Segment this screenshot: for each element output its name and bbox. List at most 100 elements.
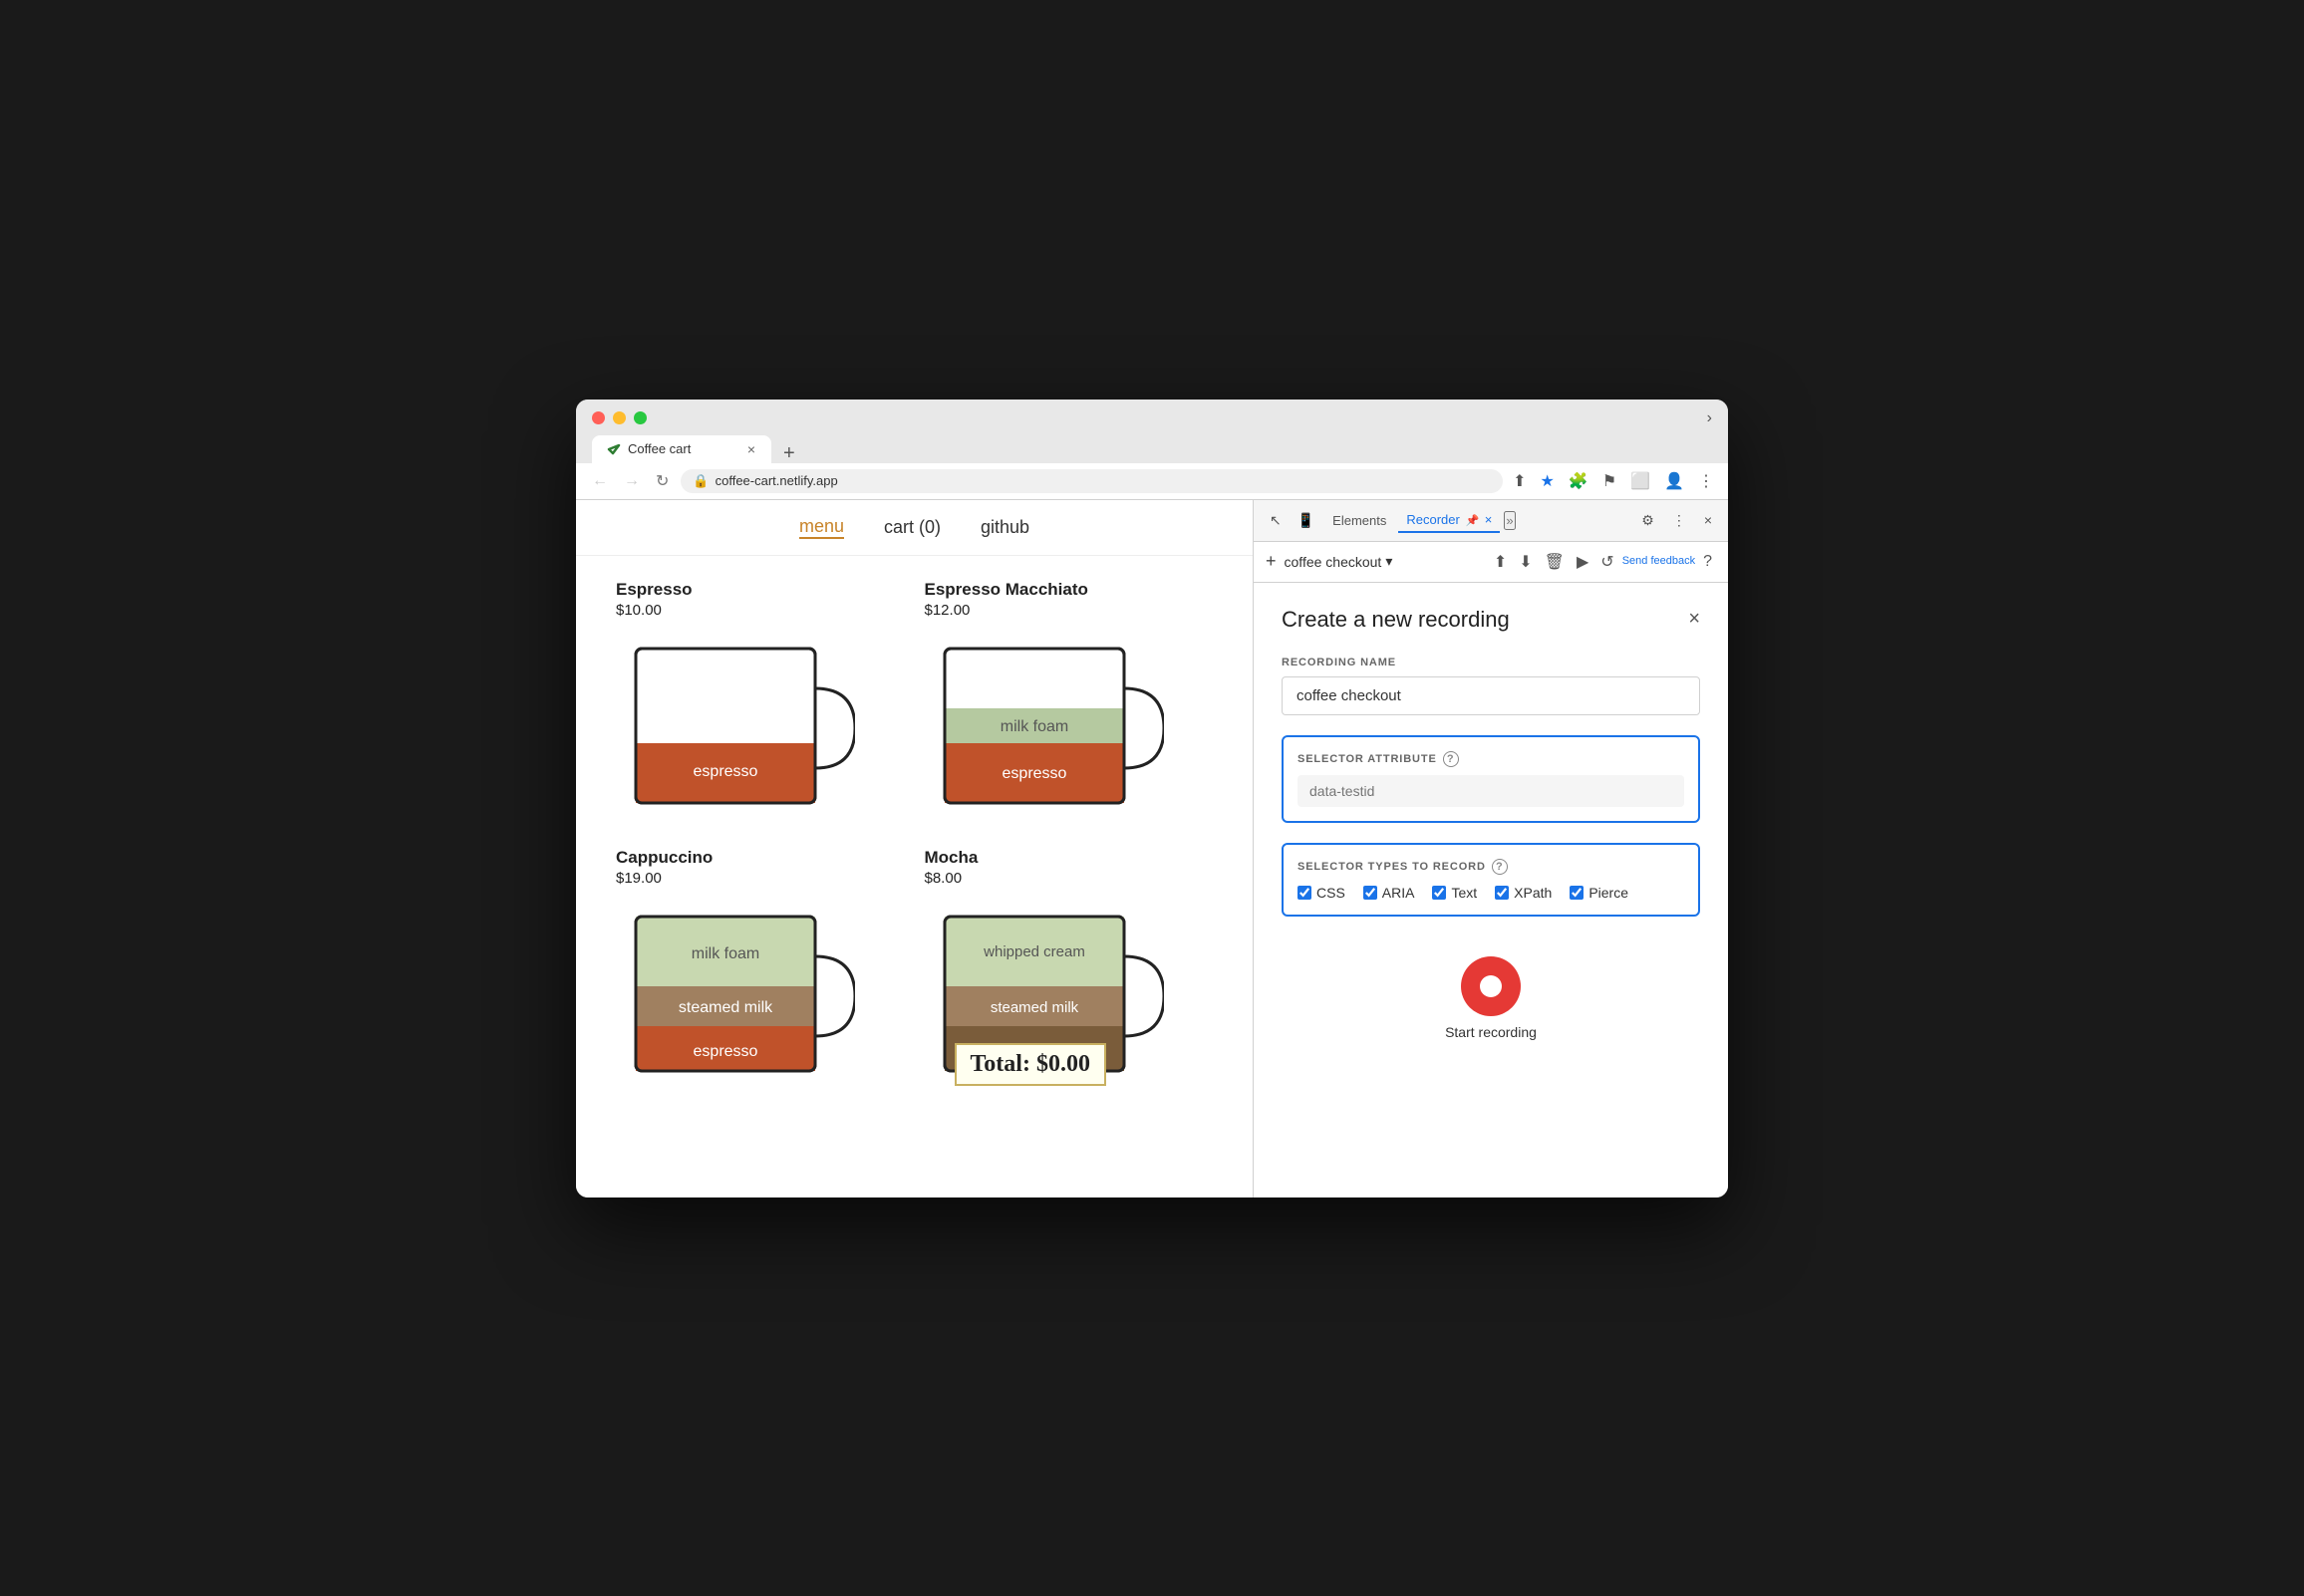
replay-button[interactable]: ↺ bbox=[1596, 550, 1617, 574]
selector-attribute-help-icon[interactable]: ? bbox=[1443, 751, 1459, 767]
selector-types-box: SELECTOR TYPES TO RECORD ? CSS ARIA Text bbox=[1282, 843, 1700, 917]
new-tab-button[interactable]: + bbox=[775, 443, 803, 463]
devtools-header: ↖ 📱 Elements Recorder 📌 × » ⚙ ⋮ × bbox=[1254, 500, 1728, 542]
address-bar: ← → ↻ 🔒 coffee-cart.netlify.app ⬆ ★ 🧩 ⚑ … bbox=[576, 463, 1728, 500]
title-bar: › Coffee cart × + bbox=[576, 399, 1728, 463]
forward-button[interactable]: → bbox=[620, 470, 644, 492]
product-name: Cappuccino bbox=[616, 848, 905, 868]
add-recording-button[interactable]: + bbox=[1266, 551, 1277, 572]
tab-close-button[interactable]: × bbox=[745, 441, 757, 457]
recorder-action-buttons: ⬆ ⬇ 🗑 ▶ ↺ Send feedback ? bbox=[1490, 550, 1716, 574]
recording-name-selector[interactable]: coffee checkout ▾ bbox=[1285, 553, 1393, 570]
css-checkbox[interactable] bbox=[1297, 886, 1311, 900]
products-grid: Espresso $10.00 espresso bbox=[576, 556, 1253, 1120]
help-button[interactable]: ? bbox=[1699, 551, 1716, 573]
recording-name-label: RECORDING NAME bbox=[1282, 657, 1700, 668]
chevron-right-icon[interactable]: › bbox=[1707, 409, 1712, 427]
svg-text:steamed milk: steamed milk bbox=[990, 999, 1078, 1016]
svg-text:steamed milk: steamed milk bbox=[679, 999, 773, 1016]
tab-title: Coffee cart bbox=[628, 441, 691, 456]
close-window-button[interactable] bbox=[592, 411, 605, 424]
menu-nav-link[interactable]: menu bbox=[799, 516, 844, 539]
site-nav: menu cart (0) github bbox=[576, 500, 1253, 556]
devtools-panel: ↖ 📱 Elements Recorder 📌 × » ⚙ ⋮ × + bbox=[1254, 500, 1728, 1197]
coffee-cup-espresso[interactable]: espresso bbox=[616, 629, 855, 828]
address-input[interactable]: 🔒 coffee-cart.netlify.app bbox=[681, 469, 1503, 493]
back-button[interactable]: ← bbox=[588, 470, 612, 492]
svg-text:espresso: espresso bbox=[1002, 765, 1066, 782]
product-card-cappuccino: Cappuccino $19.00 espresso steamed mil bbox=[616, 848, 905, 1096]
recording-name-input[interactable] bbox=[1282, 676, 1700, 715]
window-controls: › bbox=[592, 409, 1712, 427]
extension-icon-button[interactable]: 🧩 bbox=[1567, 469, 1590, 493]
browser-window: › Coffee cart × + ← → ↻ 🔒 coffee-cart.ne… bbox=[576, 399, 1728, 1197]
person-icon-button[interactable]: 👤 bbox=[1662, 469, 1686, 493]
svg-text:whipped cream: whipped cream bbox=[983, 943, 1085, 960]
devtools-close-button[interactable]: × bbox=[1698, 508, 1718, 532]
svg-text:milk foam: milk foam bbox=[692, 945, 759, 962]
maximize-window-button[interactable] bbox=[634, 411, 647, 424]
pierce-checkbox-label[interactable]: Pierce bbox=[1570, 885, 1628, 901]
svg-text:milk foam: milk foam bbox=[1000, 718, 1067, 735]
import-button[interactable]: ⬇ bbox=[1515, 550, 1536, 574]
coffee-cup-macchiato[interactable]: espresso milk foam bbox=[925, 629, 1164, 828]
recorder-toolbar: + coffee checkout ▾ ⬆ ⬇ 🗑 ▶ ↺ Send feedb… bbox=[1254, 542, 1728, 583]
browser-tab-coffee-cart[interactable]: Coffee cart × bbox=[592, 435, 771, 463]
selector-types-help-icon[interactable]: ? bbox=[1492, 859, 1508, 875]
css-checkbox-label[interactable]: CSS bbox=[1297, 885, 1345, 901]
main-content: menu cart (0) github Espresso $10.00 bbox=[576, 500, 1728, 1197]
share-icon-button[interactable]: ⬆ bbox=[1511, 469, 1528, 493]
product-price: $10.00 bbox=[616, 602, 905, 619]
export-button[interactable]: ⬆ bbox=[1490, 550, 1511, 574]
selector-attribute-label: SELECTOR ATTRIBUTE ? bbox=[1297, 751, 1684, 767]
product-name: Espresso Macchiato bbox=[925, 580, 1214, 600]
selector-types-label: SELECTOR TYPES TO RECORD ? bbox=[1297, 859, 1684, 875]
product-card-macchiato: Espresso Macchiato $12.00 espresso milk … bbox=[925, 580, 1214, 828]
text-checkbox-label[interactable]: Text bbox=[1432, 885, 1477, 901]
send-feedback-link[interactable]: Send feedback bbox=[1622, 555, 1695, 568]
bookmark-star-button[interactable]: ★ bbox=[1539, 469, 1557, 493]
start-recording-button[interactable] bbox=[1461, 956, 1521, 1016]
aria-checkbox-label[interactable]: ARIA bbox=[1363, 885, 1415, 901]
selector-attribute-box: SELECTOR ATTRIBUTE ? bbox=[1282, 735, 1700, 823]
aria-checkbox[interactable] bbox=[1363, 886, 1377, 900]
minimize-window-button[interactable] bbox=[613, 411, 626, 424]
dialog-close-button[interactable]: × bbox=[1688, 608, 1700, 631]
product-price: $8.00 bbox=[925, 870, 1214, 887]
record-inner-dot bbox=[1480, 975, 1502, 997]
coffee-cup-cappuccino[interactable]: espresso steamed milk milk foam bbox=[616, 897, 855, 1096]
devtools-options-button[interactable]: ⋮ bbox=[1666, 508, 1692, 533]
menu-kebab-button[interactable]: ⋮ bbox=[1696, 469, 1716, 493]
text-checkbox[interactable] bbox=[1432, 886, 1446, 900]
tab-icon-button[interactable]: ⬜ bbox=[1628, 469, 1652, 493]
toolbar-icons: ⬆ ★ 🧩 ⚑ ⬜ 👤 ⋮ bbox=[1511, 469, 1716, 493]
github-nav-link[interactable]: github bbox=[981, 517, 1029, 538]
website-area: menu cart (0) github Espresso $10.00 bbox=[576, 500, 1254, 1197]
dialog-content: Create a new recording × RECORDING NAME … bbox=[1254, 583, 1728, 1197]
xpath-checkbox[interactable] bbox=[1495, 886, 1509, 900]
product-name: Mocha bbox=[925, 848, 1214, 868]
devtools-header-right: ⚙ ⋮ × bbox=[1635, 508, 1718, 533]
flag-icon-button[interactable]: ⚑ bbox=[1600, 469, 1618, 493]
recorder-tab[interactable]: Recorder 📌 × bbox=[1398, 508, 1500, 533]
elements-tab[interactable]: Elements bbox=[1324, 509, 1394, 532]
recorder-tab-close-icon[interactable]: × bbox=[1485, 512, 1493, 527]
play-recording-button[interactable]: ▶ bbox=[1573, 550, 1592, 574]
cart-nav-link[interactable]: cart (0) bbox=[884, 517, 941, 538]
recorder-tab-label: Recorder bbox=[1406, 512, 1459, 527]
product-card-mocha: Mocha $8.00 choco bbox=[925, 848, 1214, 1096]
pierce-checkbox[interactable] bbox=[1570, 886, 1584, 900]
selector-attribute-input[interactable] bbox=[1297, 775, 1684, 807]
more-tabs-button[interactable]: » bbox=[1504, 511, 1515, 530]
refresh-button[interactable]: ↻ bbox=[652, 469, 673, 493]
selector-types-checkboxes: CSS ARIA Text XPath Pierce bbox=[1297, 885, 1684, 901]
device-tool-button[interactable]: 📱 bbox=[1292, 508, 1320, 533]
url-text: coffee-cart.netlify.app bbox=[716, 473, 838, 488]
product-card-espresso: Espresso $10.00 espresso bbox=[616, 580, 905, 828]
svg-text:espresso: espresso bbox=[694, 763, 758, 780]
delete-recording-button[interactable]: 🗑 bbox=[1541, 550, 1569, 574]
dialog-title-row: Create a new recording × bbox=[1282, 607, 1700, 633]
cursor-tool-button[interactable]: ↖ bbox=[1264, 508, 1288, 533]
devtools-gear-button[interactable]: ⚙ bbox=[1635, 508, 1660, 533]
xpath-checkbox-label[interactable]: XPath bbox=[1495, 885, 1552, 901]
